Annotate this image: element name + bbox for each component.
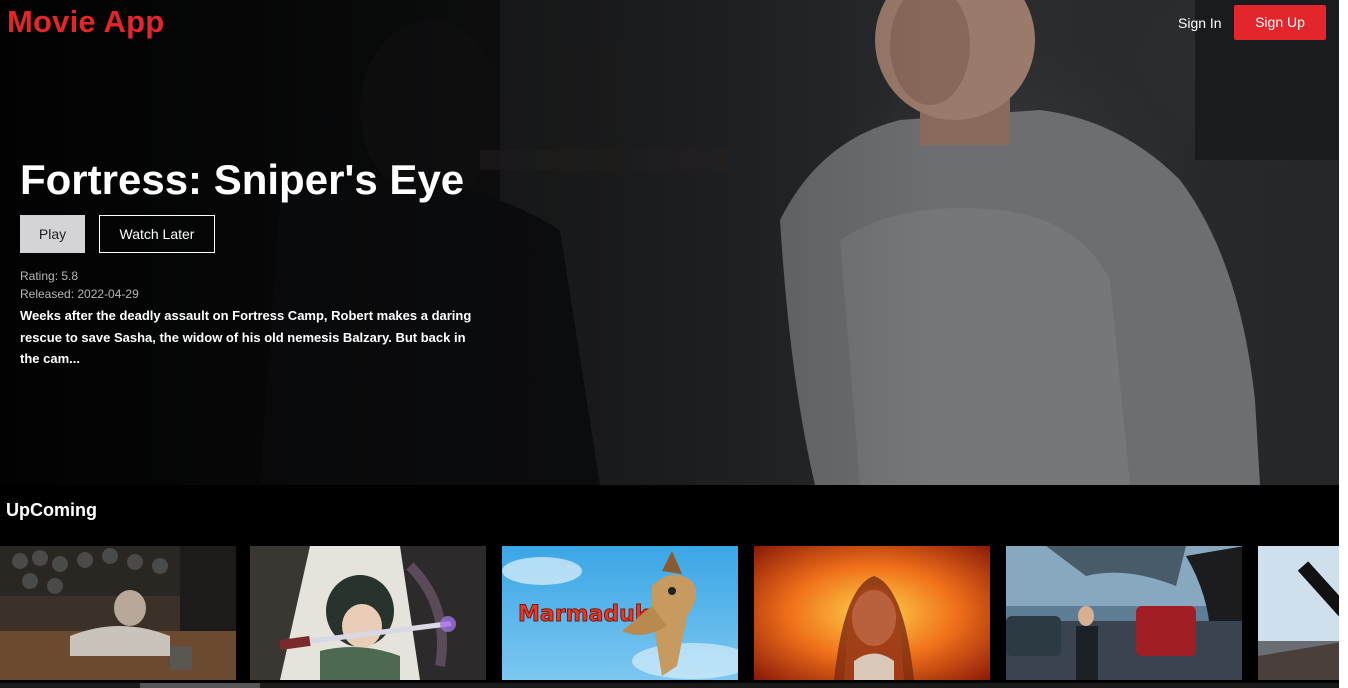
movie-poster-image [0, 546, 236, 680]
upcoming-section-title: UpComing [6, 500, 97, 520]
app-page: Movie App Sign In Sign Up Fortress: Snip… [0, 0, 1348, 688]
movie-card[interactable] [0, 546, 236, 680]
sign-up-button[interactable]: Sign Up [1234, 5, 1326, 40]
movie-poster-image [1006, 546, 1242, 680]
play-button[interactable]: Play [20, 215, 85, 253]
upcoming-row[interactable]: Marmaduke [0, 546, 1339, 680]
hero-rating: Rating: 5.8 [20, 269, 79, 283]
movie-card[interactable] [1006, 546, 1242, 680]
movie-card[interactable] [754, 546, 990, 680]
watch-later-button[interactable]: Watch Later [99, 215, 215, 253]
movie-poster-image: Marmaduke [502, 546, 738, 680]
hero-banner: Movie App Sign In Sign Up Fortress: Snip… [0, 0, 1339, 485]
movie-poster-image [754, 546, 990, 680]
movie-card[interactable] [250, 546, 486, 680]
hero-release-date: Released: 2022-04-29 [20, 287, 139, 301]
horizontal-scrollbar-thumb[interactable] [140, 683, 260, 688]
vertical-scrollbar[interactable] [1339, 0, 1348, 688]
movie-card[interactable] [1258, 546, 1339, 680]
sign-in-link[interactable]: Sign In [1170, 12, 1230, 34]
hero-title: Fortress: Sniper's Eye [20, 156, 465, 203]
movie-poster-image [1258, 546, 1339, 680]
movie-card[interactable]: Marmaduke [502, 546, 738, 680]
app-logo[interactable]: Movie App [7, 4, 164, 40]
movie-poster-image [250, 546, 486, 680]
hero-overview: Weeks after the deadly assault on Fortre… [20, 308, 472, 366]
